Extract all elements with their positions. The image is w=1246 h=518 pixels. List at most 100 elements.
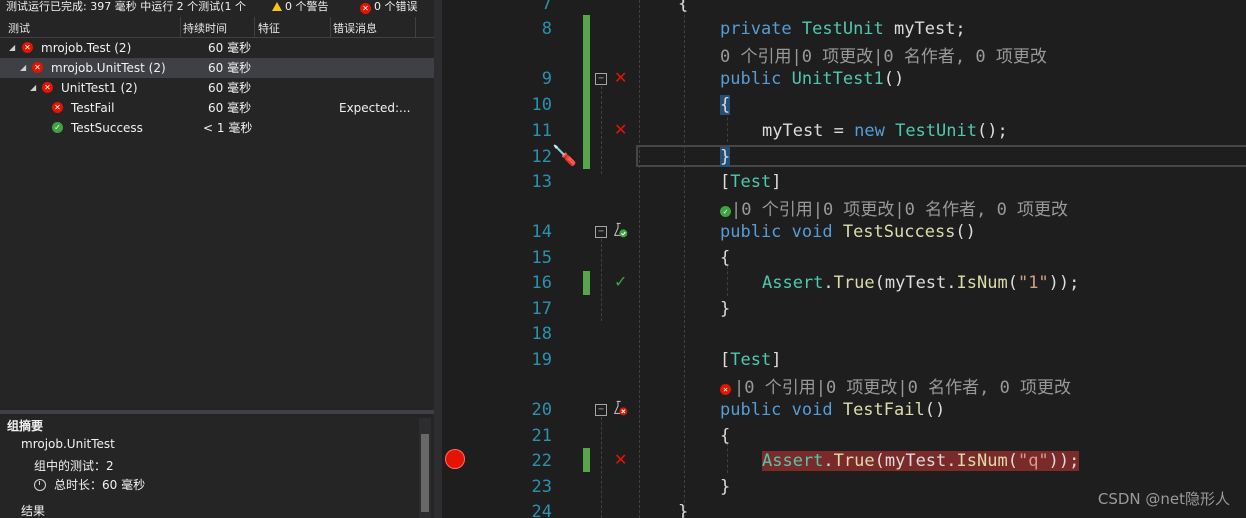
passed-icon: ✓ bbox=[52, 122, 63, 133]
indent-guide bbox=[684, 0, 685, 518]
watermark: CSDN @net隐形人 bbox=[1097, 490, 1230, 508]
line-number: 11 bbox=[531, 121, 552, 141]
breakpoint-icon[interactable] bbox=[445, 449, 465, 469]
collapse-icon[interactable]: − bbox=[595, 226, 607, 238]
line-number: 23 bbox=[531, 477, 552, 497]
indent-guide bbox=[727, 266, 728, 296]
tree-node-duration: 60 毫秒 bbox=[208, 41, 252, 55]
tree-node-mrojob-test[interactable]: ◢ ✕ mrojob.Test (2) 60 毫秒 bbox=[0, 38, 434, 58]
test-run-status: 测试运行已完成: 397 毫秒 中运行 2 个测试(1 个 0 个警告 ✕ 0 个… bbox=[0, 0, 434, 16]
tree-node-testfail[interactable]: ✕ TestFail 60 毫秒 Expected:... bbox=[0, 98, 434, 118]
quick-actions-icon[interactable]: 🪛 bbox=[552, 143, 577, 167]
line-number: 19 bbox=[531, 350, 552, 370]
failed-icon: ✕ bbox=[32, 62, 43, 73]
test-passed-check-icon[interactable]: ✓ bbox=[614, 272, 627, 291]
collapse-icon[interactable]: − bbox=[595, 404, 607, 416]
indent-guide bbox=[727, 443, 728, 473]
summary-result-heading: 结果 bbox=[21, 504, 46, 518]
collapse-icon[interactable]: − bbox=[595, 73, 607, 85]
line-number: 24 bbox=[531, 502, 552, 518]
summary-group-name: mrojob.UnitTest bbox=[21, 437, 115, 451]
tree-node-label: mrojob.UnitTest (2) bbox=[51, 61, 166, 75]
code-line-7[interactable]: { bbox=[678, 0, 688, 14]
codelens-references[interactable]: ✓ |0 个引用|0 项更改|0 名作者, 0 项更改 bbox=[720, 195, 1068, 220]
tree-node-duration: 60 毫秒 bbox=[208, 81, 252, 95]
test-list-header: 测试 持续时间 特征 错误消息 bbox=[0, 17, 434, 38]
code-line-17[interactable]: } bbox=[720, 299, 730, 319]
summary-total-text: 总时长：60 毫秒 bbox=[54, 478, 146, 492]
tree-node-unittest1[interactable]: ◢ ✕ UnitTest1 (2) 60 毫秒 bbox=[0, 78, 434, 98]
status-completed-text: 测试运行已完成: 397 毫秒 中运行 2 个测试(1 个 bbox=[6, 0, 246, 13]
code-line-13[interactable]: [Test] bbox=[720, 172, 781, 192]
column-header-error-message[interactable]: 错误消息 bbox=[333, 20, 377, 36]
line-number: 9 bbox=[541, 69, 552, 89]
change-indicator bbox=[583, 448, 590, 472]
fold-guide bbox=[601, 86, 602, 174]
tree-node-testsuccess[interactable]: ✓ TestSuccess < 1 毫秒 bbox=[0, 118, 434, 138]
column-header-duration[interactable]: 持续时间 bbox=[183, 20, 227, 36]
code-line-24[interactable]: } bbox=[678, 502, 688, 518]
tree-node-duration: < 1 毫秒 bbox=[203, 121, 253, 135]
summary-total-duration: 总时长：60 毫秒 bbox=[34, 476, 145, 493]
test-failed-icon: ✕ bbox=[720, 384, 731, 395]
line-number: 8 bbox=[541, 19, 552, 39]
codelens-references[interactable]: ✕ |0 个引用|0 项更改|0 名作者, 0 项更改 bbox=[720, 373, 1071, 398]
error-icon: ✕ bbox=[360, 3, 371, 14]
code-editor[interactable]: 7 8 9 10 11 12 13 14 15 16 17 18 19 20 2… bbox=[442, 0, 1246, 518]
tree-node-label: UnitTest1 (2) bbox=[61, 81, 138, 95]
change-indicator bbox=[583, 271, 590, 295]
scrollbar-thumb[interactable] bbox=[421, 434, 429, 512]
line-number: 22 bbox=[531, 451, 552, 471]
line-number: 18 bbox=[531, 324, 552, 344]
code-line-9[interactable]: public UnitTest1() bbox=[720, 69, 904, 89]
summary-test-count: 组中的测试：2 bbox=[34, 459, 114, 473]
codelens-references[interactable]: 0 个引用|0 项更改|0 名作者, 0 项更改 bbox=[720, 42, 1047, 67]
code-line-15[interactable]: { bbox=[720, 248, 730, 268]
test-flask-passed-icon[interactable] bbox=[612, 220, 628, 240]
group-summary-panel: 组摘要 mrojob.UnitTest 组中的测试：2 总时长：60 毫秒 结果 bbox=[0, 414, 434, 518]
tree-node-mrojob-unittest[interactable]: ◢ ✕ mrojob.UnitTest (2) 60 毫秒 bbox=[0, 58, 434, 78]
line-number: 16 bbox=[531, 273, 552, 293]
indent-guide bbox=[639, 0, 640, 518]
indent-guide bbox=[727, 112, 728, 142]
panel-divider[interactable] bbox=[434, 0, 442, 518]
tree-node-error-message: Expected:... bbox=[339, 101, 411, 115]
tree-node-label: mrojob.Test (2) bbox=[41, 41, 132, 55]
tree-node-duration: 60 毫秒 bbox=[208, 101, 252, 115]
line-number: 10 bbox=[531, 95, 552, 115]
test-flask-failed-icon[interactable] bbox=[612, 398, 628, 418]
code-line-8[interactable]: private TestUnit myTest; bbox=[720, 19, 966, 39]
test-explorer: 测试运行已完成: 397 毫秒 中运行 2 个测试(1 个 0 个警告 ✕ 0 个… bbox=[0, 0, 434, 518]
code-line-19[interactable]: [Test] bbox=[720, 350, 781, 370]
column-header-test[interactable]: 测试 bbox=[8, 20, 30, 36]
test-failed-x-icon[interactable]: ✕ bbox=[614, 120, 627, 139]
column-header-traits[interactable]: 特征 bbox=[258, 20, 280, 36]
change-indicator bbox=[583, 15, 590, 169]
errors-count: 0 个错误 bbox=[374, 0, 418, 13]
code-line-16[interactable]: Assert.True(myTest.IsNum("1")); bbox=[762, 273, 1079, 293]
warning-icon bbox=[272, 2, 282, 11]
line-number: 17 bbox=[531, 299, 552, 319]
clock-icon bbox=[34, 479, 46, 491]
warnings-filter[interactable]: 0 个警告 bbox=[272, 0, 329, 14]
code-line-10[interactable]: { bbox=[720, 95, 731, 115]
warnings-count: 0 个警告 bbox=[285, 0, 329, 13]
expand-arrow-icon[interactable]: ◢ bbox=[9, 38, 15, 58]
code-line-21[interactable]: { bbox=[720, 426, 730, 446]
code-line-22[interactable]: Assert.True(myTest.IsNum("q")); bbox=[762, 451, 1080, 471]
code-line-14[interactable]: public void TestSuccess() bbox=[720, 222, 976, 242]
summary-scrollbar[interactable] bbox=[419, 418, 431, 518]
code-line-20[interactable]: public void TestFail() bbox=[720, 400, 945, 420]
expand-arrow-icon[interactable]: ◢ bbox=[20, 58, 26, 78]
fold-guide bbox=[601, 239, 602, 321]
code-line-12[interactable]: } bbox=[720, 147, 731, 167]
code-line-11[interactable]: myTest = new TestUnit(); bbox=[762, 121, 1008, 141]
test-failed-x-icon[interactable]: ✕ bbox=[614, 68, 627, 87]
line-number: 13 bbox=[531, 172, 552, 192]
errors-filter[interactable]: ✕ 0 个错误 bbox=[360, 0, 418, 14]
expand-arrow-icon[interactable]: ◢ bbox=[30, 78, 36, 98]
line-number: 20 bbox=[531, 400, 552, 420]
test-failed-x-icon[interactable]: ✕ bbox=[614, 450, 627, 469]
failed-icon: ✕ bbox=[52, 102, 63, 113]
code-line-23[interactable]: } bbox=[720, 477, 730, 497]
